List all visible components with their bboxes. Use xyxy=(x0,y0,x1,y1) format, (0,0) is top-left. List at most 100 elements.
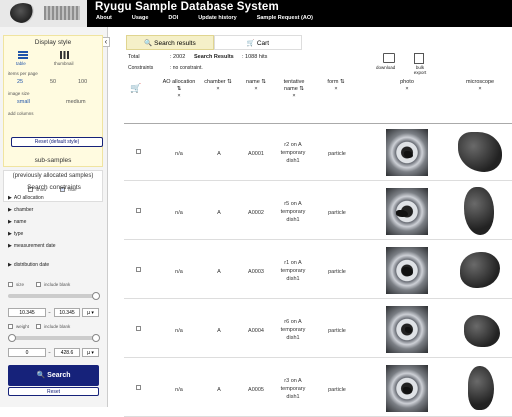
microscope-image[interactable] xyxy=(454,301,504,357)
reset-button[interactable]: Reset xyxy=(8,387,99,396)
table-row[interactable]: n/a A A0005 r3 on A temporary dish1 part… xyxy=(124,360,512,417)
nav-sample-request[interactable]: Sample Request (AO) xyxy=(257,15,313,21)
download-icon[interactable] xyxy=(383,53,395,63)
size-slider-thumb[interactable] xyxy=(92,292,100,300)
add-columns-label[interactable]: add columns xyxy=(8,111,34,116)
view-table[interactable]: table xyxy=(16,61,26,66)
size-unit-select[interactable]: µ ▾ xyxy=(82,308,99,317)
column-ao-allocation[interactable]: AO allocation ⇅ × xyxy=(162,79,196,100)
weight-include-blank-checkbox[interactable] xyxy=(36,324,41,329)
table-row[interactable]: n/a A A0002 r5 on A temporary dish1 part… xyxy=(124,183,512,240)
tab-search-results[interactable]: 🔍 Search results xyxy=(126,35,214,50)
table-view-icon[interactable] xyxy=(18,51,28,59)
nav-about[interactable]: About xyxy=(96,15,112,21)
size-slider[interactable] xyxy=(8,292,100,300)
row-select-checkbox[interactable] xyxy=(136,208,141,213)
row-select-checkbox[interactable] xyxy=(136,385,141,390)
cart-header-icon[interactable]: 🛒 xyxy=(130,83,141,94)
total-value: : 2002 xyxy=(170,54,186,60)
bulk-export-icon[interactable] xyxy=(414,53,424,64)
column-photo[interactable]: photo × xyxy=(394,79,420,93)
sample-photo[interactable] xyxy=(386,365,428,412)
cell-name[interactable]: A0001 xyxy=(242,151,270,157)
size-include-blank-checkbox[interactable] xyxy=(36,282,41,287)
per-page-25[interactable]: 25 xyxy=(17,79,23,85)
weight-slider[interactable] xyxy=(8,334,100,342)
size-checkbox[interactable] xyxy=(8,282,13,287)
size-include-blank-label: include blank xyxy=(44,282,71,287)
image-size-medium[interactable]: medium xyxy=(66,99,86,105)
thumbnail-view-icon[interactable] xyxy=(60,51,69,59)
nav-doi[interactable]: DOI xyxy=(168,15,178,21)
weight-slider-thumb-min[interactable] xyxy=(8,334,16,342)
cell-ao: n/a xyxy=(175,210,183,216)
constraints-label: Constraints xyxy=(128,65,154,71)
table-row[interactable]: n/a A A0003 r1 on A temporary dish1 part… xyxy=(124,242,512,299)
column-name[interactable]: name ⇅ × xyxy=(242,79,270,93)
weight-slider-thumb-max[interactable] xyxy=(92,334,100,342)
size-max-input[interactable]: 10.345 xyxy=(54,308,80,317)
row-select-checkbox[interactable] xyxy=(136,149,141,154)
cell-tentative-name: r5 on A temporary dish1 xyxy=(280,201,306,223)
total-label: Total xyxy=(128,54,140,60)
sample-photo[interactable] xyxy=(386,129,428,176)
constraint-chamber[interactable]: chamber xyxy=(8,207,33,213)
sample-photo[interactable] xyxy=(386,306,428,353)
sample-photo[interactable] xyxy=(386,247,428,294)
reset-default-style-button[interactable]: Reset (default style) xyxy=(11,137,103,147)
cell-tentative-name: r2 on A temporary dish1 xyxy=(280,142,306,164)
row-select-checkbox[interactable] xyxy=(136,267,141,272)
column-form[interactable]: form ⇅ × xyxy=(322,79,350,93)
nav-update-history[interactable]: Update history xyxy=(198,15,237,21)
cell-name[interactable]: A0003 xyxy=(242,269,270,275)
app-header: Ryugu Sample Database System About Usage… xyxy=(0,0,512,27)
constraint-ao-allocation[interactable]: AO allocation xyxy=(8,195,44,201)
weight-unit-select[interactable]: µ ▾ xyxy=(82,348,99,357)
image-size-label: image size xyxy=(8,91,30,96)
download-label[interactable]: download xyxy=(376,65,395,70)
mission-logo[interactable] xyxy=(0,0,87,27)
bulk-export-label[interactable]: bulk export xyxy=(412,65,428,75)
weight-min-input[interactable]: 0 xyxy=(8,348,46,357)
main-content: 🔍 Search results 🛒 Cart Total : 2002 Sea… xyxy=(110,27,512,417)
microscope-image[interactable] xyxy=(454,124,504,180)
cell-name[interactable]: A0005 xyxy=(242,387,270,393)
per-page-50[interactable]: 50 xyxy=(50,79,56,85)
cell-form: particle xyxy=(328,210,346,216)
microscope-image[interactable] xyxy=(454,242,504,298)
weight-include-blank-label: include blank xyxy=(44,324,71,329)
constraint-type[interactable]: type xyxy=(8,231,23,237)
cell-name[interactable]: A0002 xyxy=(242,210,270,216)
cell-chamber: A xyxy=(217,269,221,275)
view-thumbnail[interactable]: thumbnail xyxy=(54,61,74,66)
column-microscope[interactable]: microscope × xyxy=(460,79,500,93)
display-style-panel: Display style table thumbnail items per … xyxy=(3,35,103,167)
microscope-image[interactable] xyxy=(454,360,504,416)
magnifier-icon: 🔍 xyxy=(144,40,155,47)
constraint-measurement-date[interactable]: measurement date xyxy=(8,243,56,249)
row-select-checkbox[interactable] xyxy=(136,326,141,331)
column-tentative-name[interactable]: tentative name ⇅ × xyxy=(276,79,312,100)
search-button[interactable]: 🔍 Search xyxy=(8,365,99,386)
weight-label: weight xyxy=(16,324,30,329)
weight-max-input[interactable]: 428.6 xyxy=(54,348,80,357)
cell-tentative-name: r6 on A temporary dish1 xyxy=(280,319,306,341)
tab-cart[interactable]: 🛒 Cart xyxy=(214,35,302,50)
constraint-name[interactable]: name xyxy=(8,219,27,225)
results-value: : 1088 hits xyxy=(242,54,268,60)
cell-ao: n/a xyxy=(175,387,183,393)
table-row[interactable]: n/a A A0001 r2 on A temporary dish1 part… xyxy=(124,124,512,181)
sample-photo[interactable] xyxy=(386,188,428,235)
column-chamber[interactable]: chamber ⇅ × xyxy=(202,79,234,93)
nav-usage[interactable]: Usage xyxy=(132,15,149,21)
image-size-small[interactable]: small xyxy=(17,99,30,105)
size-min-input[interactable]: 10.345 xyxy=(8,308,46,317)
microscope-image[interactable] xyxy=(454,183,504,239)
constraint-distribution-date[interactable]: distribution date xyxy=(8,262,49,268)
table-row[interactable]: n/a A A0004 r6 on A temporary dish1 part… xyxy=(124,301,512,358)
weight-checkbox[interactable] xyxy=(8,324,13,329)
per-page-100[interactable]: 100 xyxy=(78,79,87,85)
search-icon: 🔍 xyxy=(36,372,48,379)
collapse-sidebar-button[interactable]: ‹ xyxy=(102,37,110,47)
cell-name[interactable]: A0004 xyxy=(242,328,270,334)
